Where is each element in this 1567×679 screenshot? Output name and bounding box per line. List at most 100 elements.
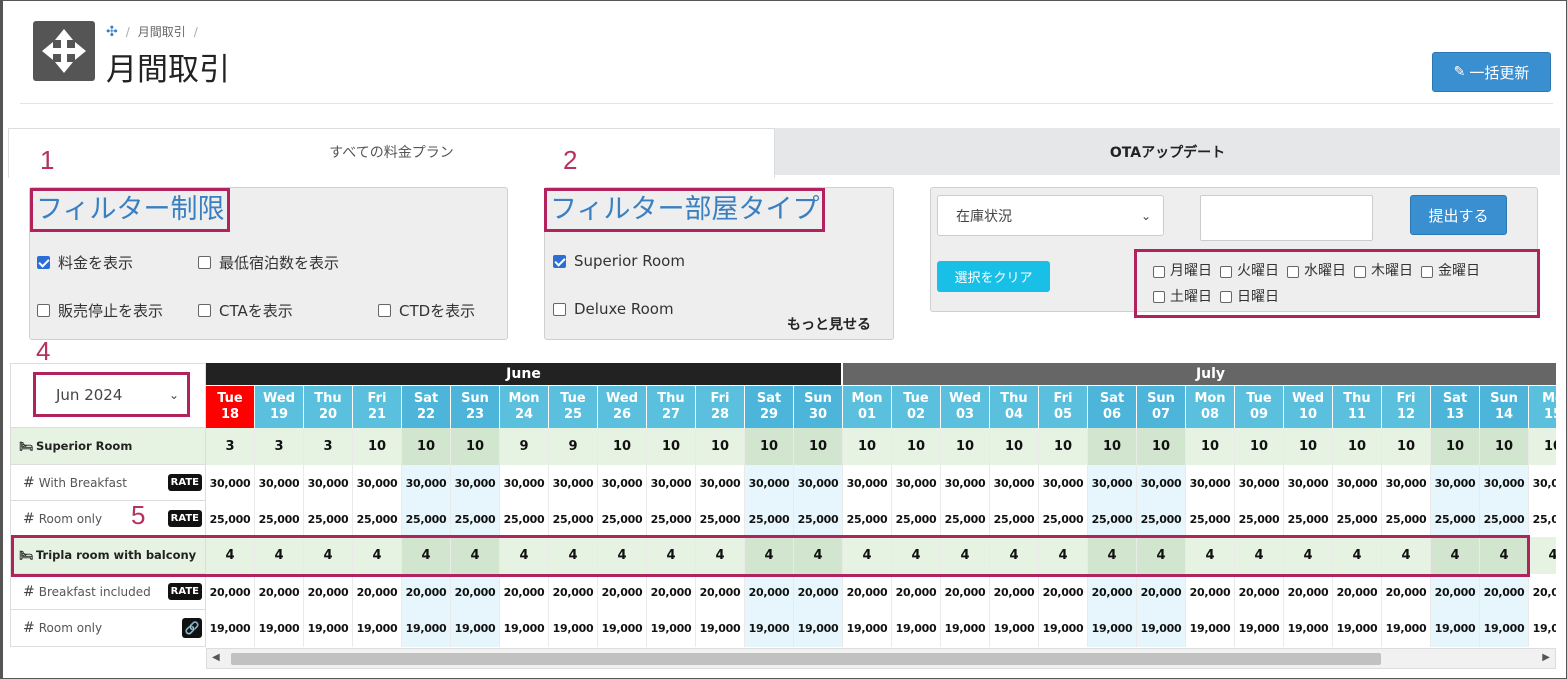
checkbox[interactable] bbox=[1354, 265, 1366, 278]
checkbox-checked[interactable] bbox=[37, 256, 50, 269]
date-header[interactable]: Sun 07 bbox=[1137, 386, 1186, 428]
rate-cell[interactable]: 19,000 bbox=[794, 610, 843, 647]
saturday-checkbox[interactable]: 土曜日 bbox=[1153, 286, 1212, 309]
rate-cell[interactable]: 19,000 bbox=[500, 610, 549, 647]
checkbox[interactable] bbox=[553, 302, 566, 316]
inventory-cell[interactable]: 4 bbox=[1480, 537, 1529, 574]
rate-cell[interactable]: 19,000 bbox=[990, 610, 1039, 647]
inventory-cell[interactable]: 4 bbox=[353, 537, 402, 574]
scroll-right-icon[interactable]: ▶ bbox=[1542, 652, 1550, 663]
inventory-cell[interactable]: 10 bbox=[1284, 428, 1333, 465]
inventory-cell[interactable]: 10 bbox=[794, 428, 843, 465]
inventory-cell[interactable]: 4 bbox=[1431, 537, 1480, 574]
rate-cell[interactable]: 19,000 bbox=[843, 610, 892, 647]
rate-cell[interactable]: 20,000 bbox=[1333, 574, 1382, 610]
date-header[interactable]: Fri 28 bbox=[696, 386, 745, 428]
rate-badge[interactable]: RATE bbox=[167, 474, 202, 491]
rate-cell[interactable]: 30,000 bbox=[1431, 465, 1480, 501]
tab-ota-update[interactable]: OTAアップデート bbox=[775, 128, 1560, 175]
inventory-cell[interactable]: 10 bbox=[1480, 428, 1529, 465]
rate-cell[interactable]: 20,000 bbox=[598, 574, 647, 610]
rate-row-label[interactable]: # Room only RATE bbox=[10, 501, 206, 537]
rate-cell[interactable]: 19,000 bbox=[1382, 610, 1431, 647]
rate-cell[interactable]: 25,000 bbox=[696, 501, 745, 537]
inventory-cell[interactable]: 4 bbox=[892, 537, 941, 574]
rate-cell[interactable]: 25,000 bbox=[1186, 501, 1235, 537]
thursday-checkbox[interactable]: 木曜日 bbox=[1354, 260, 1413, 283]
date-header[interactable]: Mo15 bbox=[1529, 386, 1556, 428]
inventory-cell[interactable]: 10 bbox=[1039, 428, 1088, 465]
rate-cell[interactable]: 19,000 bbox=[1235, 610, 1284, 647]
inventory-cell[interactable]: 4 bbox=[402, 537, 451, 574]
inventory-cell[interactable]: 4 bbox=[696, 537, 745, 574]
date-header[interactable]: Sun 14 bbox=[1480, 386, 1529, 428]
inventory-cell[interactable]: 9 bbox=[500, 428, 549, 465]
rate-cell[interactable]: 20,000 bbox=[794, 574, 843, 610]
checkbox[interactable] bbox=[1220, 291, 1232, 303]
rate-cell[interactable]: 19,000 bbox=[647, 610, 696, 647]
date-header[interactable]: Wed 10 bbox=[1284, 386, 1333, 428]
inventory-cell[interactable]: 4 bbox=[1088, 537, 1137, 574]
rate-cell[interactable]: 25,000 bbox=[402, 501, 451, 537]
date-header[interactable]: Fri 12 bbox=[1382, 386, 1431, 428]
inventory-cell[interactable]: 4 bbox=[745, 537, 794, 574]
inventory-cell[interactable]: 10 bbox=[843, 428, 892, 465]
date-header[interactable]: Wed 26 bbox=[598, 386, 647, 428]
date-header[interactable]: Sun 23 bbox=[451, 386, 500, 428]
date-header[interactable]: Sun 30 bbox=[794, 386, 843, 428]
rate-row-label[interactable]: # With Breakfast RATE bbox=[10, 465, 206, 501]
show-ctd-checkbox[interactable]: CTDを表示 bbox=[378, 300, 475, 321]
inventory-cell[interactable]: 4 bbox=[1333, 537, 1382, 574]
rate-cell[interactable]: 20,000 bbox=[1137, 574, 1186, 610]
sunday-checkbox[interactable]: 日曜日 bbox=[1220, 286, 1279, 309]
inventory-cell[interactable]: 4 bbox=[843, 537, 892, 574]
inventory-cell[interactable]: 4 bbox=[1186, 537, 1235, 574]
inventory-cell[interactable]: 4 bbox=[255, 537, 304, 574]
date-header[interactable]: Wed 03 bbox=[941, 386, 990, 428]
rate-cell[interactable]: 19,000 bbox=[402, 610, 451, 647]
date-header[interactable]: Tue 18 bbox=[206, 386, 255, 428]
rate-cell[interactable]: 30,000 bbox=[304, 465, 353, 501]
rate-cell[interactable]: 30,000 bbox=[941, 465, 990, 501]
rate-cell[interactable]: 30,000 bbox=[843, 465, 892, 501]
checkbox-checked[interactable] bbox=[553, 254, 566, 268]
checkbox[interactable] bbox=[1421, 265, 1433, 278]
rate-cell[interactable]: 20,000 bbox=[1480, 574, 1529, 610]
inventory-cell[interactable]: 4 bbox=[549, 537, 598, 574]
rate-cell[interactable]: 25,000 bbox=[255, 501, 304, 537]
inventory-cell[interactable]: 10 bbox=[1137, 428, 1186, 465]
inventory-cell[interactable]: 9 bbox=[549, 428, 598, 465]
inventory-cell[interactable]: 10 bbox=[1186, 428, 1235, 465]
date-header[interactable]: Sat 29 bbox=[745, 386, 794, 428]
rate-cell[interactable]: 19,000 bbox=[353, 610, 402, 647]
rate-cell[interactable]: 25,000 bbox=[1088, 501, 1137, 537]
checkbox[interactable] bbox=[378, 304, 391, 317]
rate-cell[interactable]: 30,000 bbox=[451, 465, 500, 501]
inventory-cell[interactable]: 10 bbox=[647, 428, 696, 465]
superior-room-checkbox[interactable]: Superior Room bbox=[553, 252, 685, 270]
show-more-link[interactable]: もっと見せる bbox=[787, 314, 871, 334]
rate-cell[interactable]: 30,000 bbox=[1480, 465, 1529, 501]
rate-cell[interactable]: 25,000 bbox=[353, 501, 402, 537]
inventory-cell[interactable]: 4 bbox=[206, 537, 255, 574]
show-cta-checkbox[interactable]: CTAを表示 bbox=[198, 300, 293, 321]
show-min-stay-checkbox[interactable]: 最低宿泊数を表示 bbox=[198, 252, 339, 273]
rate-cell[interactable]: 19,000 bbox=[1480, 610, 1529, 647]
rate-cell[interactable]: 20,000 bbox=[206, 574, 255, 610]
inventory-cell[interactable]: 10 bbox=[1235, 428, 1284, 465]
checkbox[interactable] bbox=[1153, 265, 1165, 278]
rate-cell[interactable]: 25,000 bbox=[1284, 501, 1333, 537]
rate-cell[interactable]: 30,000 bbox=[206, 465, 255, 501]
date-header[interactable]: Fri 05 bbox=[1039, 386, 1088, 428]
date-header[interactable]: Mon 08 bbox=[1186, 386, 1235, 428]
rate-cell[interactable]: 20,000 bbox=[696, 574, 745, 610]
rate-cell[interactable]: 19,000 bbox=[206, 610, 255, 647]
inventory-cell[interactable]: 4 bbox=[1284, 537, 1333, 574]
rate-cell[interactable]: 30,000 bbox=[745, 465, 794, 501]
inventory-cell[interactable]: 10 bbox=[990, 428, 1039, 465]
rate-cell[interactable]: 30,000 bbox=[1235, 465, 1284, 501]
stock-value-input[interactable] bbox=[1200, 195, 1373, 241]
rate-cell[interactable]: 30,000 bbox=[892, 465, 941, 501]
checkbox[interactable] bbox=[1153, 291, 1165, 303]
date-header[interactable]: Sat 22 bbox=[402, 386, 451, 428]
